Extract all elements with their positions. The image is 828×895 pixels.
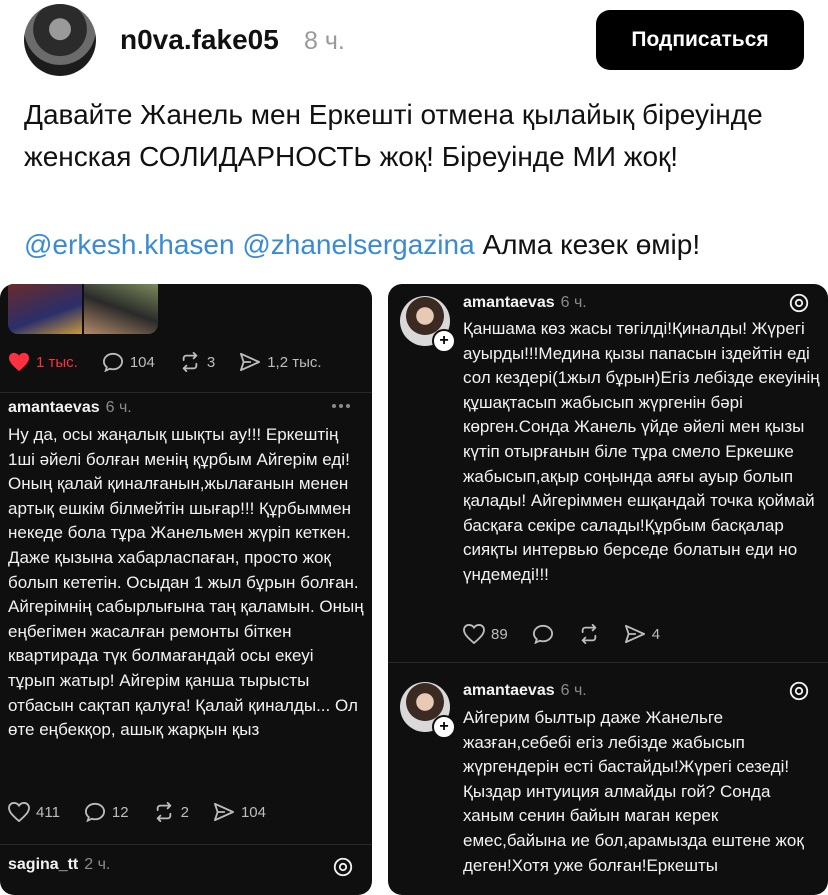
repost-count: 2 [180, 803, 189, 821]
threads-icon [789, 681, 809, 701]
divider [388, 662, 828, 663]
divider [0, 392, 372, 393]
screenshot-left: 1 тыс. 104 3 1,2 тыс. amantaevas 6 ч. Ну … [0, 284, 372, 895]
plus-icon[interactable]: + [432, 715, 456, 739]
media-thumb-1[interactable] [8, 284, 82, 334]
comment-username-text[interactable]: amantaevas [8, 399, 100, 416]
follow-button[interactable]: Подписаться [596, 10, 804, 70]
mention-erkesh[interactable]: @erkesh.khasen [24, 229, 235, 260]
comment-time: 6 ч. [560, 294, 587, 311]
comment-action[interactable]: 104 [102, 352, 155, 372]
repost-action[interactable]: 3 [179, 352, 215, 372]
repost-icon [182, 352, 198, 372]
comment-action[interactable] [532, 624, 554, 644]
repost-icon [156, 802, 171, 822]
author-avatar[interactable] [24, 4, 96, 76]
next-comment-time: 2 ч. [84, 856, 111, 873]
more-icon[interactable] [332, 404, 356, 412]
comment-username-text[interactable]: amantaevas [463, 682, 555, 699]
share-action[interactable]: 104 [213, 802, 266, 822]
divider [0, 844, 372, 845]
like-count: 89 [491, 625, 508, 643]
share-count: 4 [651, 625, 661, 643]
like-action[interactable]: 89 [463, 624, 508, 644]
threads-icon [789, 293, 809, 313]
comment-text: Қаншама көз жасы төгілді!Қиналды! Жүрегі… [463, 319, 820, 584]
comment-username[interactable]: amantaevas 6 ч. [8, 399, 132, 417]
comment-icon [532, 624, 553, 644]
share-icon [240, 352, 261, 372]
comment-icon [102, 352, 123, 372]
author-username[interactable]: n0va.fake05 [120, 24, 279, 56]
like-count: 411 [36, 803, 60, 821]
screenshot-right: + amantaevas 6 ч. Қаншама көз жасы төгілд… [388, 284, 828, 895]
share-icon [213, 802, 234, 822]
post-text: Давайте Жанель мен Еркешті отмена қылайы… [24, 99, 763, 172]
comment-text: Айгерим былтыр даже Жанельге жазған,себе… [463, 708, 804, 875]
comment-time: 6 ч. [560, 682, 587, 699]
repost-icon [581, 624, 596, 644]
plus-icon[interactable]: + [432, 329, 456, 353]
comment-icon [84, 802, 105, 822]
comment-actions: 89 4 [463, 624, 684, 644]
mention-zhanel[interactable]: @zhanelsergazina [242, 229, 474, 260]
comment-time: 6 ч. [105, 399, 132, 416]
share-count: 104 [240, 803, 266, 821]
repost-action[interactable]: 2 [153, 802, 189, 822]
post-time: 8 ч. [304, 27, 345, 55]
comment-username[interactable]: amantaevas 6 ч. [463, 682, 587, 700]
next-username-text[interactable]: sagina_tt [8, 856, 78, 873]
share-icon [624, 624, 645, 644]
share-action[interactable]: 4 [624, 624, 660, 644]
comment-count: 12 [111, 803, 129, 821]
like-action[interactable]: 411 [8, 802, 60, 822]
comment-username[interactable]: amantaevas 6 ч. [463, 294, 587, 312]
like-action[interactable]: 1 тыс. [8, 352, 78, 372]
heart-icon [8, 802, 30, 822]
share-action[interactable]: 1,2 тыс. [239, 352, 322, 372]
media-thumb-2[interactable] [84, 284, 158, 334]
post-tags-tail: Алма кезек өмір! [482, 229, 701, 260]
threads-icon [333, 857, 353, 877]
next-comment-username[interactable]: sagina_tt 2 ч. [8, 856, 110, 874]
like-count: 1 тыс. [36, 353, 78, 371]
post-tags: @erkesh.khasen @zhanelsergazina Алма кез… [24, 224, 814, 266]
repost-count: 3 [206, 353, 216, 371]
comment-count: 104 [129, 353, 155, 371]
repost-action[interactable] [578, 624, 600, 644]
comment-action[interactable]: 12 [84, 802, 129, 822]
heart-icon [463, 624, 485, 644]
comment-text: Ну да, осы жаңалық шықты ау!!! Еркештің … [8, 425, 364, 740]
heart-icon [9, 352, 29, 372]
comment-actions: 411 12 2 104 [8, 802, 290, 822]
comment-username-text[interactable]: amantaevas [463, 294, 555, 311]
top-actions: 1 тыс. 104 3 1,2 тыс. [8, 352, 346, 372]
media-thumbnails[interactable] [8, 284, 158, 334]
share-count: 1,2 тыс. [267, 353, 322, 371]
